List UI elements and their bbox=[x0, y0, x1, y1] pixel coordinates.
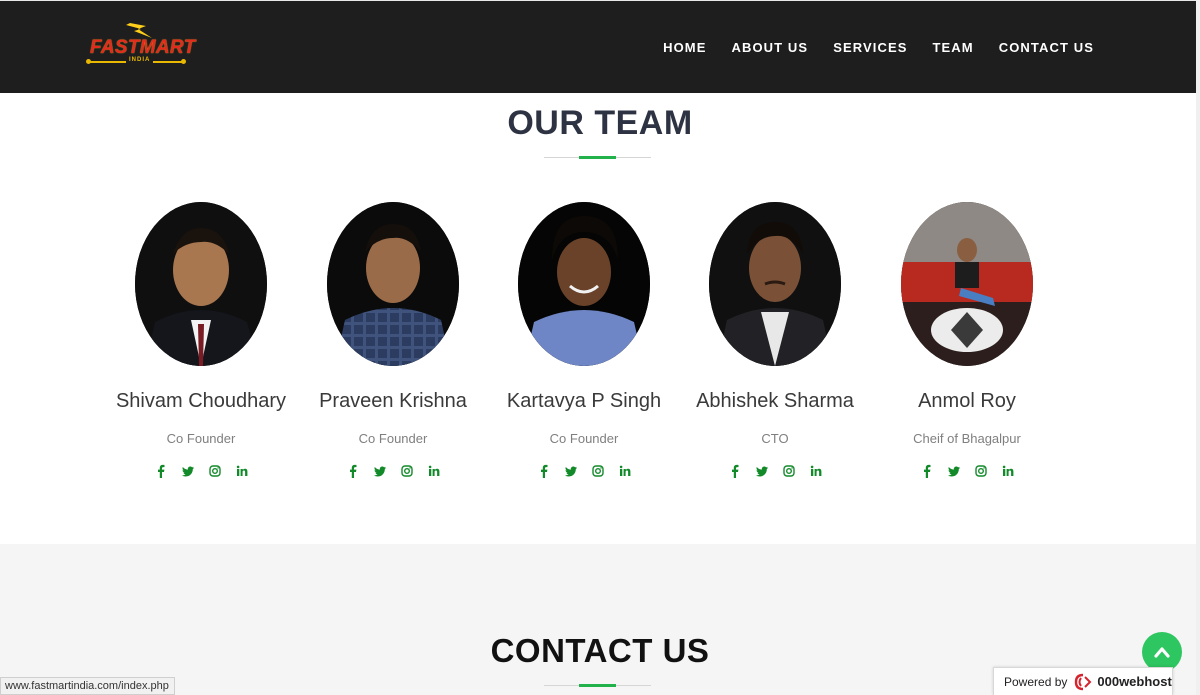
scroll-to-top-button[interactable] bbox=[1142, 632, 1182, 672]
twitter-icon[interactable] bbox=[947, 464, 960, 478]
member-name: Kartavya P Singh bbox=[506, 390, 662, 412]
powered-by-brand: 000webhost bbox=[1097, 674, 1172, 689]
member-role: Co Founder bbox=[358, 431, 428, 446]
fastmart-logo[interactable]: FASTMART INDIA bbox=[86, 23, 195, 71]
linkedin-icon[interactable] bbox=[236, 464, 248, 478]
instagram-icon[interactable] bbox=[782, 464, 795, 478]
logo-text: FASTMART bbox=[90, 37, 196, 58]
facebook-icon[interactable] bbox=[729, 464, 741, 478]
team-member-card: Shivam Choudhary Co Founder bbox=[106, 202, 296, 478]
contact-section-title: CONTACT US bbox=[490, 632, 710, 669]
main-nav: HOME ABOUT US SERVICES TEAM CONTACT US bbox=[638, 40, 1094, 55]
member-photo bbox=[135, 202, 267, 366]
member-role: Co Founder bbox=[549, 431, 619, 446]
member-socials bbox=[106, 464, 296, 478]
site-header: FASTMART INDIA HOME ABOUT US SERVICES TE… bbox=[0, 0, 1200, 93]
member-name: Abhishek Sharma bbox=[696, 390, 854, 412]
member-name: Shivam Choudhary bbox=[115, 390, 287, 412]
logo-subtext: INDIA bbox=[126, 57, 154, 63]
nav-team[interactable]: TEAM bbox=[933, 40, 974, 55]
facebook-icon[interactable] bbox=[921, 464, 933, 478]
member-role: CTO bbox=[761, 431, 789, 446]
member-name: Praveen Krishna bbox=[319, 390, 467, 412]
linkedin-icon[interactable] bbox=[810, 464, 822, 478]
team-member-card: Abhishek Sharma CTO bbox=[680, 202, 870, 478]
powered-by-badge[interactable]: Powered by 000webhost bbox=[993, 667, 1173, 695]
twitter-icon[interactable] bbox=[755, 464, 768, 478]
instagram-icon[interactable] bbox=[400, 464, 413, 478]
member-photo bbox=[709, 202, 841, 366]
chevron-up-icon bbox=[1154, 647, 1170, 658]
linkedin-icon[interactable] bbox=[619, 464, 631, 478]
member-role: Cheif of Bhagalpur bbox=[913, 431, 1021, 446]
member-role: Co Founder bbox=[166, 431, 236, 446]
facebook-icon[interactable] bbox=[347, 464, 359, 478]
team-title-divider bbox=[544, 156, 651, 159]
instagram-icon[interactable] bbox=[974, 464, 987, 478]
nav-about-us[interactable]: ABOUT US bbox=[731, 40, 808, 55]
member-name: Anmol Roy bbox=[918, 390, 1016, 412]
member-socials bbox=[298, 464, 488, 478]
linkedin-icon[interactable] bbox=[428, 464, 440, 478]
nav-contact-us[interactable]: CONTACT US bbox=[999, 40, 1094, 55]
team-member-card: Kartavya P Singh Co Founder bbox=[489, 202, 679, 478]
member-socials bbox=[680, 464, 870, 478]
member-socials bbox=[489, 464, 679, 478]
member-photo bbox=[518, 202, 650, 366]
instagram-icon[interactable] bbox=[208, 464, 221, 478]
linkedin-icon[interactable] bbox=[1002, 464, 1014, 478]
facebook-icon[interactable] bbox=[538, 464, 550, 478]
team-section-title: OUR TEAM bbox=[507, 104, 693, 142]
webhost-logo-icon bbox=[1075, 673, 1092, 690]
status-bar-url: www.fastmartindia.com/index.php bbox=[0, 677, 175, 695]
member-socials bbox=[872, 464, 1062, 478]
member-photo bbox=[901, 202, 1033, 366]
team-member-card: Praveen Krishna Co Founder bbox=[298, 202, 488, 478]
twitter-icon[interactable] bbox=[564, 464, 577, 478]
twitter-icon[interactable] bbox=[181, 464, 194, 478]
team-member-card: Anmol Roy Cheif of Bhagalpur bbox=[872, 202, 1062, 478]
instagram-icon[interactable] bbox=[591, 464, 604, 478]
facebook-icon[interactable] bbox=[155, 464, 167, 478]
nav-home[interactable]: HOME bbox=[663, 40, 706, 55]
twitter-icon[interactable] bbox=[373, 464, 386, 478]
page-scrollbar[interactable] bbox=[1196, 0, 1200, 695]
powered-by-label: Powered by bbox=[1004, 674, 1068, 689]
member-photo bbox=[327, 202, 459, 366]
nav-services[interactable]: SERVICES bbox=[833, 40, 907, 55]
contact-title-divider bbox=[544, 684, 651, 687]
